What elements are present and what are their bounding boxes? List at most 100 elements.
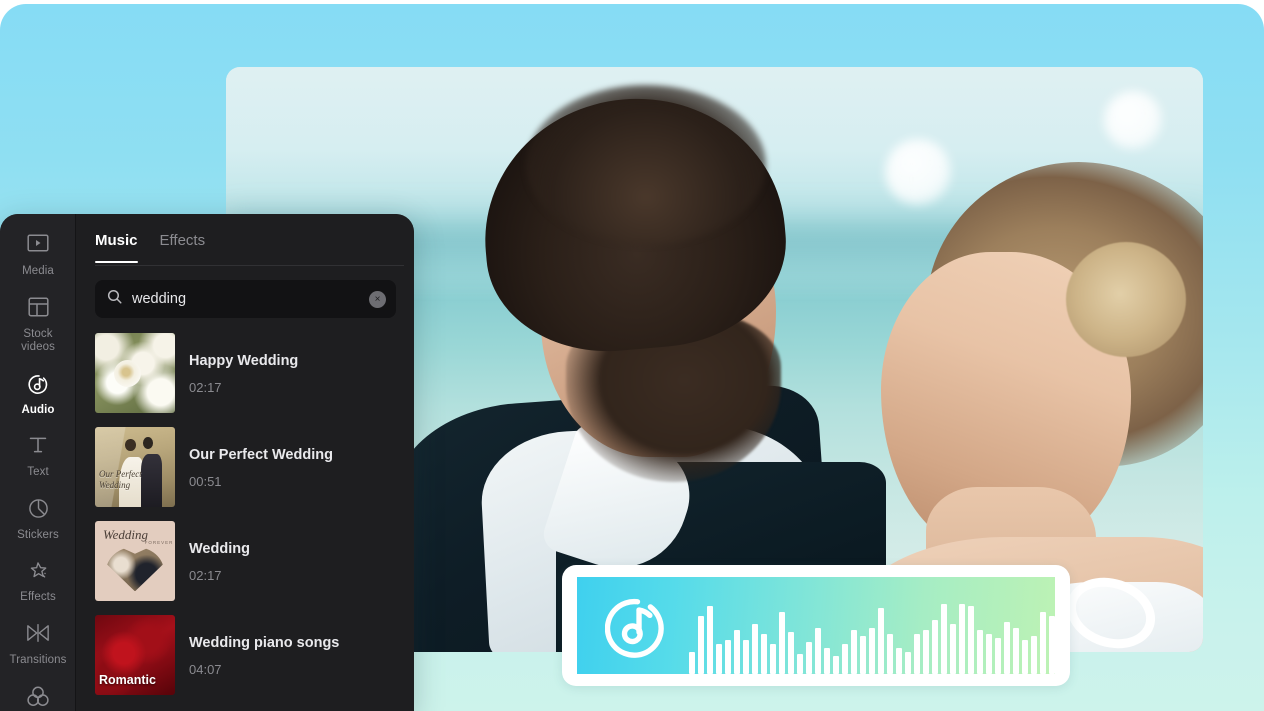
sidebar-item-effects[interactable]: Effects — [0, 554, 76, 611]
sidebar-item-label: Audio — [21, 403, 55, 416]
sidebar-item-label: Stock videos — [21, 327, 55, 354]
waveform-bar — [824, 648, 830, 674]
tab-divider — [95, 265, 404, 266]
waveform-bar — [797, 654, 803, 674]
audio-panel: Music Effects × — [77, 214, 414, 711]
man-hair-highlight — [526, 85, 766, 245]
album-art-couple-forest: Our Perfect Wedding — [95, 427, 175, 507]
waveform-bar — [968, 606, 974, 674]
sidebar-item-label: Text — [27, 466, 49, 478]
editor-window: Media Stock videos Audio Text Stickers E… — [0, 214, 414, 711]
track-thumbnail: Our Perfect Wedding — [95, 427, 175, 507]
woman-hair-bun — [1066, 242, 1186, 357]
search-input[interactable] — [132, 291, 369, 307]
waveform-bar — [725, 640, 731, 674]
waveform-bar — [941, 604, 947, 674]
search-icon — [107, 289, 122, 309]
album-art-red-roses: Romantic — [95, 615, 175, 695]
waveform-bar — [869, 628, 875, 674]
waveform-bar — [887, 634, 893, 674]
waveform-bar — [716, 644, 722, 674]
track-title: Our Perfect Wedding — [189, 446, 333, 463]
panel-tabs: Music Effects — [77, 214, 414, 266]
waveform-bar — [896, 648, 902, 674]
waveform-bar — [833, 656, 839, 674]
sidebar-item-stock-videos[interactable]: Stock videos — [0, 291, 76, 361]
waveform-bar — [1031, 636, 1037, 674]
waveform-bar — [950, 624, 956, 674]
waveform-bar — [842, 644, 848, 674]
track-row[interactable]: Wedding FOREVER Wedding 02:17 — [77, 514, 414, 608]
clear-search-icon[interactable]: × — [369, 290, 386, 308]
track-title: Happy Wedding — [189, 352, 299, 369]
waveform-bar — [770, 644, 776, 674]
track-row[interactable]: Romantic Wedding piano songs 04:07 — [77, 608, 414, 702]
stock-videos-layout-icon — [0, 296, 76, 323]
track-meta: Happy Wedding 02:17 — [189, 352, 298, 395]
transitions-bowtie-icon — [0, 623, 76, 649]
waveform-bar — [995, 638, 1001, 674]
waveform-bar — [851, 630, 857, 674]
track-title: Wedding piano songs — [189, 634, 340, 651]
track-meta: Wedding 02:17 — [189, 540, 250, 583]
tab-label: Music — [95, 232, 138, 249]
stickers-circle-icon — [0, 498, 76, 524]
tab-effects[interactable]: Effects — [160, 232, 206, 263]
waveform-bar — [914, 634, 920, 674]
art-groom — [141, 454, 163, 507]
tab-label: Effects — [159, 232, 206, 249]
sidebar-item-transitions[interactable]: Transitions — [0, 617, 76, 674]
waveform-bar — [734, 630, 740, 674]
sidebar-nav: Media Stock videos Audio Text Stickers E… — [0, 214, 76, 711]
sidebar-item-cloud[interactable] — [0, 679, 76, 711]
track-duration: 02:17 — [189, 567, 222, 583]
waveform-bar — [932, 620, 938, 674]
track-title: Wedding — [189, 540, 250, 557]
album-art-caption: Our Perfect Wedding — [99, 468, 142, 490]
album-art-caption: Wedding — [103, 527, 149, 543]
track-list[interactable]: Happy Wedding 02:17 Our Perfect Wedding … — [77, 326, 414, 711]
album-art-wedding-heart: Wedding FOREVER — [95, 521, 175, 601]
album-art-subcaption: FOREVER — [144, 540, 174, 546]
track-thumbnail: Romantic — [95, 615, 175, 695]
text-t-icon — [0, 435, 76, 461]
waveform-bar — [860, 636, 866, 674]
sidebar-item-label: Media — [22, 265, 54, 277]
album-art-white-roses — [95, 333, 175, 413]
app-backdrop: Media Stock videos Audio Text Stickers E… — [0, 4, 1264, 711]
waveform-bar — [806, 642, 812, 674]
sidebar-item-media[interactable]: Media — [0, 228, 76, 285]
search-bar[interactable]: × — [95, 280, 396, 318]
waveform-bar — [1013, 628, 1019, 674]
art-head-groom — [143, 437, 154, 450]
audio-clip-overlay[interactable] — [562, 565, 1070, 686]
sidebar-item-label: Effects — [20, 591, 56, 603]
waveform-bar — [959, 604, 965, 674]
art-head-bride — [125, 439, 136, 451]
waveform-bar — [779, 612, 785, 674]
waveform-bar — [977, 630, 983, 674]
waveform-bar — [707, 606, 713, 674]
effects-star-icon — [0, 560, 76, 586]
waveform-bar — [761, 634, 767, 674]
waveform-bar — [878, 608, 884, 674]
tab-music[interactable]: Music — [95, 232, 138, 263]
sidebar-item-audio[interactable]: Audio — [0, 367, 76, 424]
audio-note-circle-icon — [0, 373, 76, 399]
waveform-bar — [1022, 640, 1028, 674]
sidebar-item-text[interactable]: Text — [0, 429, 76, 486]
sidebar-item-stickers[interactable]: Stickers — [0, 492, 76, 549]
track-row[interactable]: Happy Wedding 02:17 — [77, 326, 414, 420]
audio-clip-gradient[interactable] — [577, 577, 1055, 674]
waveform-bar — [923, 630, 929, 674]
sidebar-item-label: Stickers — [17, 528, 59, 541]
waveform-bar — [815, 628, 821, 674]
music-note-circle-icon — [605, 598, 664, 658]
waveform-bar — [743, 640, 749, 674]
art-heart-photo — [106, 547, 164, 592]
track-duration: 02:17 — [189, 379, 222, 395]
waveform-bar — [752, 624, 758, 674]
track-duration: 00:51 — [189, 473, 222, 489]
track-row[interactable]: Our Perfect Wedding Our Perfect Wedding … — [77, 420, 414, 514]
track-thumbnail: Wedding FOREVER — [95, 521, 175, 601]
